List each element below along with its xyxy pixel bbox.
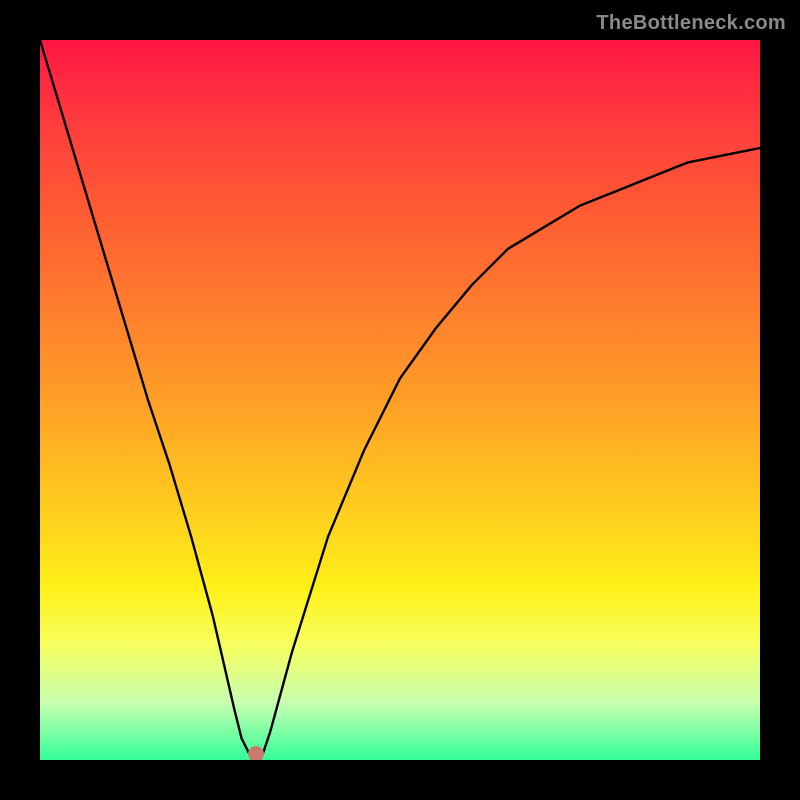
watermark-text: TheBottleneck.com [596,12,786,35]
bottleneck-curve [40,40,760,760]
plot-area [40,40,760,760]
chart-frame: TheBottleneck.com [0,0,800,800]
curve-svg [40,40,760,760]
minimum-marker [248,746,264,760]
